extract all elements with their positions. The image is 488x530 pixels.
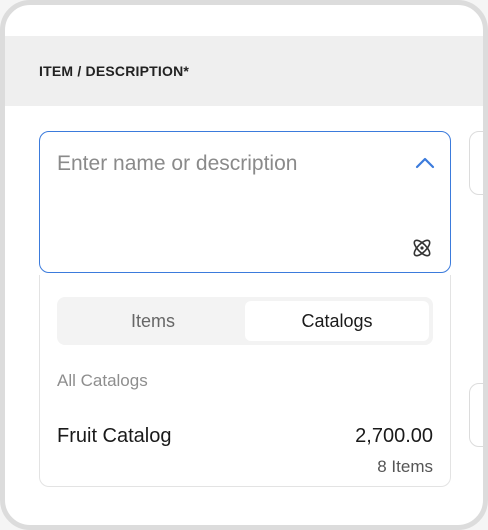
adjacent-field[interactable] [469,383,483,447]
tab-switcher: Items Catalogs [57,297,433,345]
item-description-input[interactable] [57,152,377,176]
catalog-name: Fruit Catalog [57,425,172,447]
catalog-list-item[interactable]: Fruit Catalog 2,700.00 8 Items [57,417,433,477]
catalog-amount: 2,700.00 [355,425,433,447]
tab-catalogs[interactable]: Catalogs [245,301,429,341]
field-label: ITEM / DESCRIPTION* [39,63,190,79]
tab-items[interactable]: Items [61,301,245,341]
adjacent-field[interactable] [469,131,483,195]
panel-frame: ITEM / DESCRIPTION* Items Catalogs All C… [0,0,488,530]
catalog-item-count: 8 Items [377,457,433,476]
suggestion-dropdown: Items Catalogs All Catalogs Fruit Catalo… [39,275,451,487]
section-label: All Catalogs [57,371,148,390]
chevron-up-icon[interactable] [414,154,436,172]
item-description-input-box[interactable] [39,131,451,273]
atom-icon[interactable] [410,236,434,260]
